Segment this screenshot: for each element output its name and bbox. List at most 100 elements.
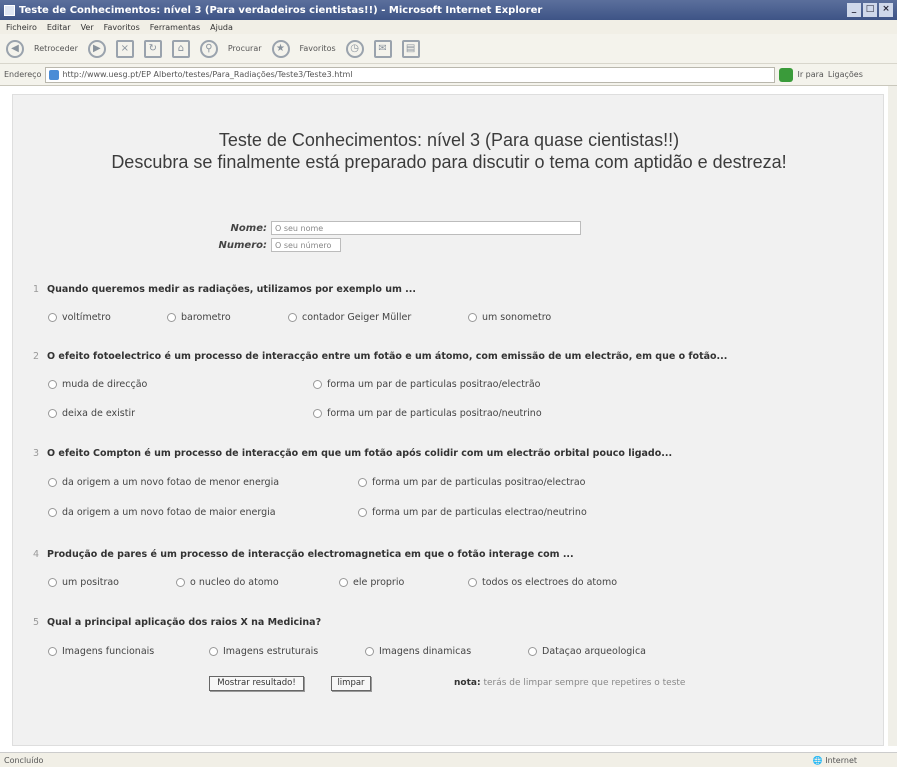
radio-button[interactable] xyxy=(528,647,537,656)
clear-button[interactable]: limpar xyxy=(331,676,371,691)
radio-button[interactable] xyxy=(176,578,185,587)
q2-option-3[interactable]: deixa de existir xyxy=(48,408,135,419)
radio-button[interactable] xyxy=(313,380,322,389)
stop-icon[interactable]: × xyxy=(115,39,134,58)
maximize-button[interactable]: □ xyxy=(863,3,877,17)
option-label: da origem a um novo fotao de menor energ… xyxy=(62,477,280,488)
q2-option-1[interactable]: muda de direcção xyxy=(48,379,147,390)
mail-icon[interactable]: ✉ xyxy=(373,39,392,58)
question-number: 3 xyxy=(33,448,40,459)
favorites-icon[interactable]: ★ xyxy=(271,39,290,58)
q4-option-3[interactable]: ele proprio xyxy=(339,577,404,588)
radio-button[interactable] xyxy=(339,578,348,587)
zone-label: Internet xyxy=(825,755,857,765)
question-text: O efeito Compton é um processo de intera… xyxy=(47,448,673,459)
q5-option-3[interactable]: Imagens dinamicas xyxy=(365,646,471,657)
radio-button[interactable] xyxy=(48,478,57,487)
vertical-scrollbar[interactable] xyxy=(888,86,897,746)
menu-edit[interactable]: Editar xyxy=(47,23,71,32)
radio-button[interactable] xyxy=(468,313,477,322)
address-field[interactable]: http://www.uesg.pt/EP Alberto/testes/Par… xyxy=(45,66,776,83)
address-bar: Endereço http://www.uesg.pt/EP Alberto/t… xyxy=(0,64,897,86)
favorites-label[interactable]: Favoritos xyxy=(300,44,336,53)
address-url[interactable]: http://www.uesg.pt/EP Alberto/testes/Par… xyxy=(62,70,352,79)
radio-button[interactable] xyxy=(288,313,297,322)
go-label[interactable]: Ir para xyxy=(797,70,823,79)
q3-option-3[interactable]: da origem a um novo fotao de maior energ… xyxy=(48,507,276,518)
radio-button[interactable] xyxy=(48,313,57,322)
radio-button[interactable] xyxy=(48,508,57,517)
option-label: da origem a um novo fotao de maior energ… xyxy=(62,507,276,518)
menu-file[interactable]: Ficheiro xyxy=(6,23,37,32)
refresh-icon[interactable]: ↻ xyxy=(143,39,162,58)
radio-button[interactable] xyxy=(167,313,176,322)
radio-button[interactable] xyxy=(365,647,374,656)
number-row: Numero: xyxy=(209,238,341,252)
q3-option-4[interactable]: forma um par de particulas electrao/neut… xyxy=(358,507,587,518)
go-icon[interactable] xyxy=(779,67,794,82)
minimize-button[interactable]: _ xyxy=(847,3,861,17)
radio-button[interactable] xyxy=(48,409,57,418)
window-title: Teste de Conhecimentos: nível 3 (Para ve… xyxy=(19,4,543,16)
name-label: Nome: xyxy=(230,222,267,234)
option-label: forma um par de particulas positrao/neut… xyxy=(327,408,542,419)
menu-tools[interactable]: Ferramentas xyxy=(150,23,200,32)
question-text: O efeito fotoelectrico é um processo de … xyxy=(47,351,728,362)
radio-button[interactable] xyxy=(358,478,367,487)
radio-button[interactable] xyxy=(48,647,57,656)
option-label: barometro xyxy=(181,312,231,323)
search-icon[interactable]: ⚲ xyxy=(199,39,218,58)
print-icon[interactable]: ▤ xyxy=(401,39,420,58)
radio-button[interactable] xyxy=(48,380,57,389)
q1-option-3[interactable]: contador Geiger Müller xyxy=(288,312,411,323)
radio-button[interactable] xyxy=(358,508,367,517)
q1-option-1[interactable]: voltímetro xyxy=(48,312,111,323)
q5-option-1[interactable]: Imagens funcionais xyxy=(48,646,154,657)
back-icon[interactable]: ◀ xyxy=(6,39,24,58)
option-label: Imagens dinamicas xyxy=(379,646,472,657)
question-5: 5 Qual a principal aplicação dos raios X … xyxy=(33,617,321,628)
q4-option-1[interactable]: um positrao xyxy=(48,577,119,588)
q5-option-2[interactable]: Imagens estruturais xyxy=(209,646,318,657)
menu-favorites[interactable]: Favoritos xyxy=(104,23,140,32)
links-label[interactable]: Ligações xyxy=(828,70,863,79)
globe-icon: 🌐 xyxy=(812,755,823,765)
option-label: o nucleo do atomo xyxy=(190,577,279,588)
page-heading: Teste de Conhecimentos: nível 3 (Para qu… xyxy=(13,129,885,173)
q2-option-4[interactable]: forma um par de particulas positrao/neut… xyxy=(313,408,542,419)
status-bar: Concluído 🌐 Internet xyxy=(0,752,897,767)
q3-option-1[interactable]: da origem a um novo fotao de menor energ… xyxy=(48,477,279,488)
option-label: voltímetro xyxy=(62,312,111,323)
question-number: 4 xyxy=(33,549,40,560)
search-label[interactable]: Procurar xyxy=(228,44,262,53)
forward-icon[interactable]: ▶ xyxy=(87,39,106,58)
radio-button[interactable] xyxy=(313,409,322,418)
question-2: 2 O efeito fotoelectrico é um processo de… xyxy=(33,351,727,362)
option-label: todos os electroes do atomo xyxy=(482,577,618,588)
number-input[interactable] xyxy=(271,238,341,252)
q4-option-4[interactable]: todos os electroes do atomo xyxy=(468,577,617,588)
menu-help[interactable]: Ajuda xyxy=(210,23,233,32)
name-input[interactable] xyxy=(271,221,581,235)
question-1: 1 Quando queremos medir as radiações, uti… xyxy=(33,284,416,295)
ie-app-icon xyxy=(4,4,15,16)
option-label: Dataçao arqueologica xyxy=(542,646,646,657)
close-button[interactable]: × xyxy=(879,3,893,17)
question-number: 5 xyxy=(33,617,40,628)
menu-view[interactable]: Ver xyxy=(81,23,94,32)
back-label[interactable]: Retroceder xyxy=(34,44,78,53)
show-result-button[interactable]: Mostrar resultado! xyxy=(209,676,304,691)
q4-option-2[interactable]: o nucleo do atomo xyxy=(176,577,279,588)
radio-button[interactable] xyxy=(209,647,218,656)
option-label: Imagens funcionais xyxy=(62,646,155,657)
home-icon[interactable]: ⌂ xyxy=(171,39,190,58)
q1-option-2[interactable]: barometro xyxy=(167,312,231,323)
address-label: Endereço xyxy=(4,70,42,79)
history-icon[interactable]: ◷ xyxy=(345,39,364,58)
q5-option-4[interactable]: Dataçao arqueologica xyxy=(528,646,646,657)
q3-option-2[interactable]: forma um par de particulas positrao/elec… xyxy=(358,477,585,488)
radio-button[interactable] xyxy=(48,578,57,587)
q2-option-2[interactable]: forma um par de particulas positrao/elec… xyxy=(313,379,540,390)
q1-option-4[interactable]: um sonometro xyxy=(468,312,551,323)
radio-button[interactable] xyxy=(468,578,477,587)
